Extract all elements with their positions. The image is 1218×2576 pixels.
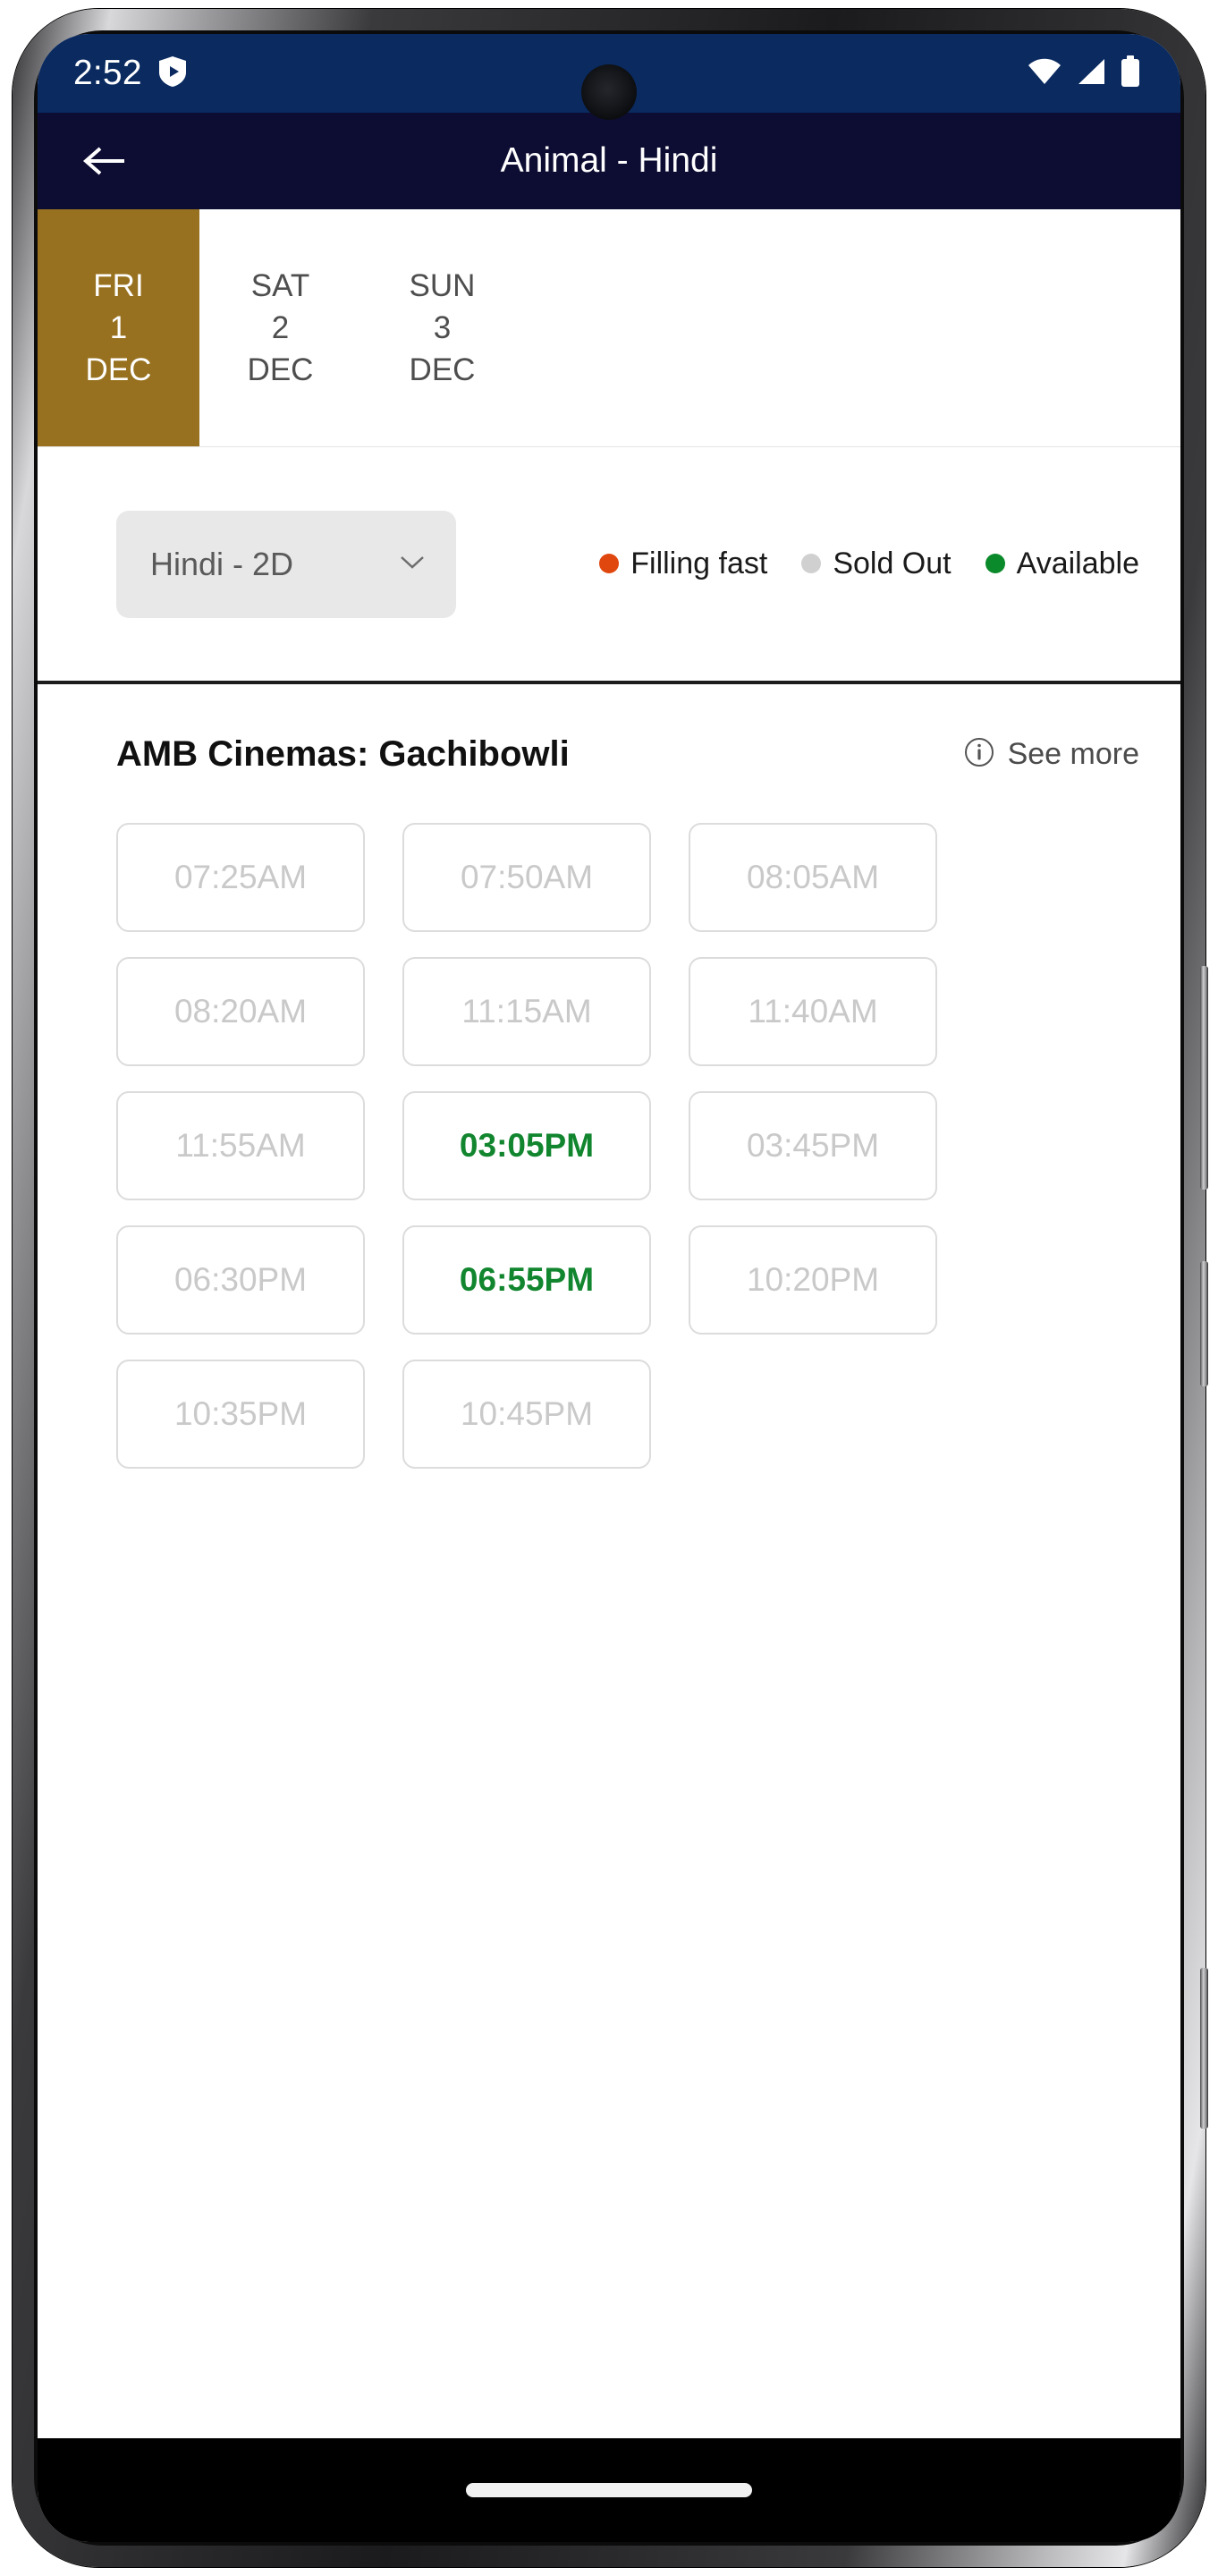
see-more-button[interactable]: See more xyxy=(963,736,1139,773)
legend-label-sold-out: Sold Out xyxy=(833,547,952,581)
showtime-button[interactable]: 07:50AM xyxy=(402,823,651,932)
date-tab-0[interactable]: FRI 1 DEC xyxy=(38,209,199,446)
language-format-value: Hindi - 2D xyxy=(150,545,294,582)
info-circle-icon xyxy=(963,736,995,773)
showtime-button[interactable]: 11:40AM xyxy=(689,957,937,1066)
status-bar-left: 2:52 xyxy=(73,54,187,93)
showtime-button[interactable]: 10:20PM xyxy=(689,1225,937,1335)
see-more-label: See more xyxy=(1007,737,1139,771)
legend-label-available: Available xyxy=(1016,547,1139,581)
showtime-button[interactable]: 08:05AM xyxy=(689,823,937,932)
cinema-section: AMB Cinemas: Gachibowli See more 07:25AM… xyxy=(38,684,1180,1469)
power-button[interactable] xyxy=(1200,1261,1208,1386)
date-tab-dow: SAT xyxy=(250,268,310,303)
system-navigation-bar xyxy=(38,2438,1180,2542)
showtime-button[interactable]: 06:30PM xyxy=(116,1225,365,1335)
date-tab-month: DEC xyxy=(409,352,476,387)
showtime-button[interactable]: 11:15AM xyxy=(402,957,651,1066)
showtime-button[interactable]: 08:20AM xyxy=(116,957,365,1066)
home-gesture-pill[interactable] xyxy=(466,2483,752,2497)
showtime-button[interactable]: 10:35PM xyxy=(116,1360,365,1469)
legend-item-available: Available xyxy=(985,547,1139,580)
showtime-button[interactable]: 07:25AM xyxy=(116,823,365,932)
status-time: 2:52 xyxy=(73,54,142,92)
date-tab-month: DEC xyxy=(247,352,314,387)
showtime-button[interactable]: 06:55PM xyxy=(402,1225,651,1335)
cinema-name: AMB Cinemas: Gachibowli xyxy=(116,734,570,774)
showtimes-grid: 07:25AM 07:50AM 08:05AM 08:20AM 11:15AM … xyxy=(116,823,1139,1469)
legend-dot-filling-fast xyxy=(599,554,620,574)
status-bar-right xyxy=(1027,55,1141,92)
date-tab-dow: FRI xyxy=(93,268,144,303)
legend-item-sold-out: Sold Out xyxy=(801,547,952,581)
app-bar: Animal - Hindi xyxy=(38,113,1180,209)
legend-dot-sold-out xyxy=(801,554,822,574)
showtime-button[interactable]: 11:55AM xyxy=(116,1091,365,1200)
legend-label-filling-fast: Filling fast xyxy=(630,547,768,581)
showtime-button[interactable]: 10:45PM xyxy=(402,1360,651,1469)
chevron-down-icon xyxy=(399,553,426,575)
page-title: Animal - Hindi xyxy=(500,141,718,180)
date-tab-day: 3 xyxy=(433,310,452,345)
shield-play-icon xyxy=(158,55,187,92)
showtime-button[interactable]: 03:05PM xyxy=(402,1091,651,1200)
legend-item-filling-fast: Filling fast xyxy=(599,547,767,580)
phone-frame: 2:52 Animal - Hindi FRI 1 DEC SAT 2 DEC … xyxy=(13,9,1208,2567)
language-format-dropdown[interactable]: Hindi - 2D xyxy=(116,510,456,618)
date-tab-2[interactable]: SUN 3 DEC xyxy=(361,209,523,446)
side-button-extra[interactable] xyxy=(1200,1968,1208,2129)
filter-legend-row: Hindi - 2D Filling fast Sold Out Availab… xyxy=(38,447,1180,684)
cinema-header: AMB Cinemas: Gachibowli See more xyxy=(116,734,1139,775)
date-strip: FRI 1 DEC SAT 2 DEC SUN 3 DEC xyxy=(38,209,1180,447)
back-arrow-icon xyxy=(82,147,124,175)
camera-punch-hole xyxy=(581,64,637,120)
legend-dot-available xyxy=(985,554,1005,574)
battery-full-icon xyxy=(1120,55,1141,92)
date-tab-day: 1 xyxy=(109,310,128,345)
phone-screen: 2:52 Animal - Hindi FRI 1 DEC SAT 2 DEC … xyxy=(38,34,1180,2542)
showtime-button[interactable]: 03:45PM xyxy=(689,1091,937,1200)
availability-legend: Filling fast Sold Out Available xyxy=(599,547,1139,580)
wifi-icon xyxy=(1027,57,1062,90)
date-tab-dow: SUN xyxy=(409,268,476,303)
volume-button[interactable] xyxy=(1200,966,1208,1190)
date-tab-day: 2 xyxy=(271,310,290,345)
date-tab-month: DEC xyxy=(85,352,152,387)
cellular-signal-icon xyxy=(1075,57,1107,90)
date-tab-1[interactable]: SAT 2 DEC xyxy=(199,209,361,446)
back-button[interactable] xyxy=(75,131,134,191)
